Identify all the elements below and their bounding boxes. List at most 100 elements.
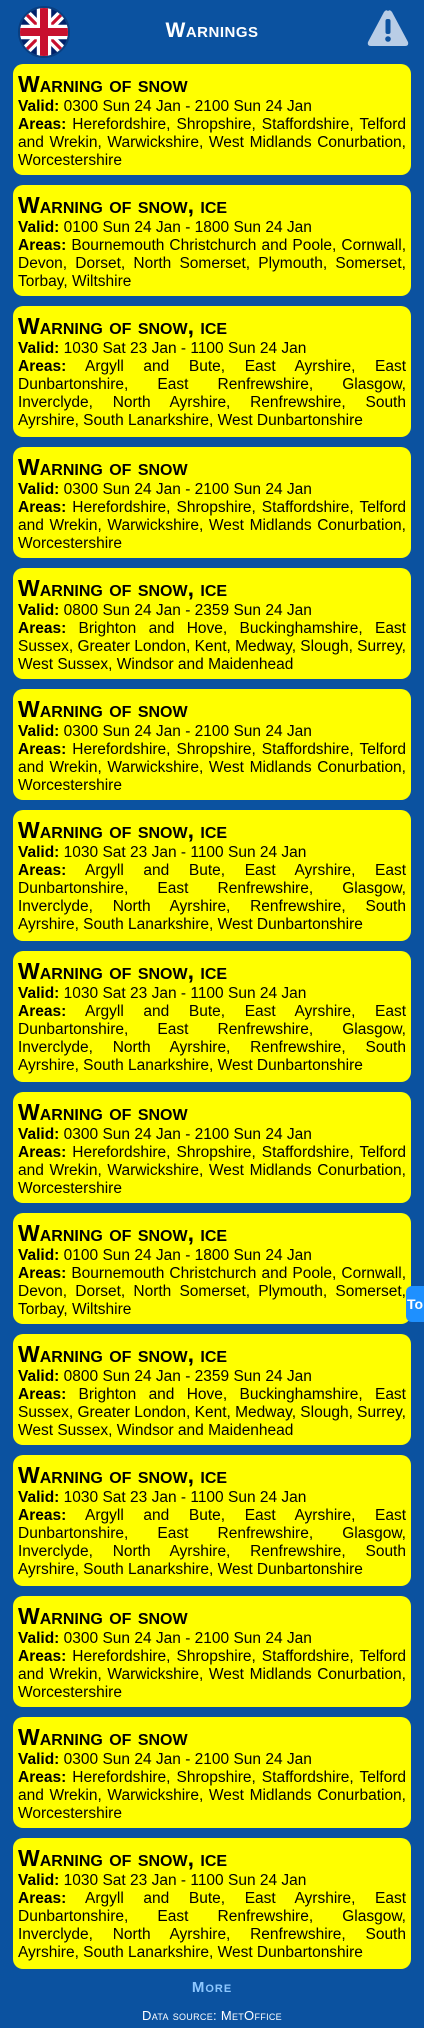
warning-title: Warning of snow, ice <box>18 1220 228 1246</box>
valid-label: Valid: <box>18 1489 60 1506</box>
warning-valid: Valid: 1030 Sat 23 Jan - 1100 Sun 24 Jan <box>18 1489 406 1507</box>
data-source-text: Data source: MetOffice <box>142 2008 282 2023</box>
warning-card[interactable]: Warning of snow Valid: 0300 Sun 24 Jan - … <box>13 689 411 800</box>
warning-title: Warning of snow, ice <box>18 1462 228 1488</box>
valid-value: 1030 Sat 23 Jan - 1100 Sun 24 Jan <box>63 844 307 861</box>
valid-value: 0300 Sun 24 Jan - 2100 Sun 24 Jan <box>63 1126 312 1143</box>
valid-value: 0300 Sun 24 Jan - 2100 Sun 24 Jan <box>63 98 312 115</box>
areas-label: Areas: <box>18 741 67 758</box>
valid-label: Valid: <box>18 723 60 740</box>
warning-areas: Areas: Herefordshire, Shropshire, Staffo… <box>18 499 406 553</box>
valid-value: 0100 Sun 24 Jan - 1800 Sun 24 Jan <box>63 219 312 236</box>
warnings-list: Warning of snow Valid: 0300 Sun 24 Jan - … <box>0 64 424 1969</box>
areas-value: Argyll and Bute, East Ayrshire, East Dun… <box>18 1507 407 1578</box>
warning-areas: Areas: Brighton and Hove, Buckinghamshir… <box>18 620 406 674</box>
areas-value: Brighton and Hove, Buckinghamshire, East… <box>18 620 406 673</box>
areas-label: Areas: <box>18 1386 67 1403</box>
areas-value: Argyll and Bute, East Ayrshire, East Dun… <box>18 358 407 429</box>
warning-card[interactable]: Warning of snow, ice Valid: 1030 Sat 23 J… <box>13 810 411 941</box>
warning-valid: Valid: 0300 Sun 24 Jan - 2100 Sun 24 Jan <box>18 481 406 499</box>
warning-card[interactable]: Warning of snow, ice Valid: 0800 Sun 24 J… <box>13 1334 411 1445</box>
valid-label: Valid: <box>18 481 60 498</box>
areas-label: Areas: <box>18 1265 67 1282</box>
side-tab[interactable]: To <box>406 1286 424 1322</box>
warning-title: Warning of snow, ice <box>18 1845 228 1871</box>
areas-value: Argyll and Bute, East Ayrshire, East Dun… <box>18 1890 407 1961</box>
valid-label: Valid: <box>18 844 60 861</box>
areas-label: Areas: <box>18 116 67 133</box>
areas-label: Areas: <box>18 1648 67 1665</box>
warning-valid: Valid: 0100 Sun 24 Jan - 1800 Sun 24 Jan <box>18 1247 406 1265</box>
valid-value: 0300 Sun 24 Jan - 2100 Sun 24 Jan <box>63 723 312 740</box>
warning-title: Warning of snow <box>18 1724 188 1750</box>
valid-label: Valid: <box>18 1126 60 1143</box>
areas-label: Areas: <box>18 620 67 637</box>
warning-valid: Valid: 0800 Sun 24 Jan - 2359 Sun 24 Jan <box>18 1368 406 1386</box>
warning-areas: Areas: Argyll and Bute, East Ayrshire, E… <box>18 1003 406 1075</box>
app-header: Warnings <box>0 0 424 64</box>
valid-value: 1030 Sat 23 Jan - 1100 Sun 24 Jan <box>63 340 307 357</box>
warning-valid: Valid: 0300 Sun 24 Jan - 2100 Sun 24 Jan <box>18 1751 406 1769</box>
warning-areas: Areas: Argyll and Bute, East Ayrshire, E… <box>18 1890 406 1962</box>
warning-card[interactable]: Warning of snow Valid: 0300 Sun 24 Jan - … <box>13 1717 411 1828</box>
warning-card[interactable]: Warning of snow, ice Valid: 0800 Sun 24 J… <box>13 568 411 679</box>
warning-areas: Areas: Herefordshire, Shropshire, Staffo… <box>18 741 406 795</box>
warning-card[interactable]: Warning of snow, ice Valid: 0100 Sun 24 J… <box>13 185 411 296</box>
areas-value: Herefordshire, Shropshire, Staffordshire… <box>18 741 406 794</box>
valid-label: Valid: <box>18 340 60 357</box>
valid-label: Valid: <box>18 602 60 619</box>
warning-areas: Areas: Herefordshire, Shropshire, Staffo… <box>18 1144 406 1198</box>
warning-card[interactable]: Warning of snow, ice Valid: 1030 Sat 23 J… <box>13 1455 411 1586</box>
warning-areas: Areas: Bournemouth Christchurch and Pool… <box>18 237 406 291</box>
warning-areas: Areas: Herefordshire, Shropshire, Staffo… <box>18 1648 406 1702</box>
areas-label: Areas: <box>18 1507 67 1524</box>
warning-title: Warning of snow <box>18 71 188 97</box>
areas-label: Areas: <box>18 1144 67 1161</box>
warning-valid: Valid: 0300 Sun 24 Jan - 2100 Sun 24 Jan <box>18 1630 406 1648</box>
warning-title: Warning of snow <box>18 454 188 480</box>
warning-valid: Valid: 0100 Sun 24 Jan - 1800 Sun 24 Jan <box>18 219 406 237</box>
areas-label: Areas: <box>18 237 67 254</box>
areas-value: Bournemouth Christchurch and Poole, Corn… <box>18 1265 406 1318</box>
warning-title: Warning of snow, ice <box>18 1341 228 1367</box>
valid-value: 1030 Sat 23 Jan - 1100 Sun 24 Jan <box>63 985 307 1002</box>
areas-value: Argyll and Bute, East Ayrshire, East Dun… <box>18 862 407 933</box>
warning-title: Warning of snow <box>18 696 188 722</box>
warning-card[interactable]: Warning of snow Valid: 0300 Sun 24 Jan - … <box>13 447 411 558</box>
valid-value: 0300 Sun 24 Jan - 2100 Sun 24 Jan <box>63 1751 312 1768</box>
warning-areas: Areas: Herefordshire, Shropshire, Staffo… <box>18 1769 406 1823</box>
areas-value: Bournemouth Christchurch and Poole, Corn… <box>18 237 406 290</box>
areas-value: Herefordshire, Shropshire, Staffordshire… <box>18 1769 406 1822</box>
areas-label: Areas: <box>18 1769 67 1786</box>
valid-label: Valid: <box>18 98 60 115</box>
warning-card[interactable]: Warning of snow Valid: 0300 Sun 24 Jan - … <box>13 64 411 175</box>
warning-title: Warning of snow, ice <box>18 817 228 843</box>
warning-valid: Valid: 0300 Sun 24 Jan - 2100 Sun 24 Jan <box>18 1126 406 1144</box>
warning-areas: Areas: Argyll and Bute, East Ayrshire, E… <box>18 358 406 430</box>
areas-value: Herefordshire, Shropshire, Staffordshire… <box>18 499 406 552</box>
warning-card[interactable]: Warning of snow Valid: 0300 Sun 24 Jan - … <box>13 1596 411 1707</box>
warning-triangle-icon[interactable] <box>366 8 410 48</box>
warning-valid: Valid: 0300 Sun 24 Jan - 2100 Sun 24 Jan <box>18 98 406 116</box>
warning-card[interactable]: Warning of snow, ice Valid: 0100 Sun 24 J… <box>13 1213 411 1324</box>
warning-title: Warning of snow, ice <box>18 313 228 339</box>
valid-label: Valid: <box>18 1872 60 1889</box>
areas-value: Herefordshire, Shropshire, Staffordshire… <box>18 116 406 169</box>
warning-card[interactable]: Warning of snow, ice Valid: 1030 Sat 23 J… <box>13 951 411 1082</box>
warning-areas: Areas: Argyll and Bute, East Ayrshire, E… <box>18 1507 406 1579</box>
valid-value: 1030 Sat 23 Jan - 1100 Sun 24 Jan <box>63 1489 307 1506</box>
valid-value: 1030 Sat 23 Jan - 1100 Sun 24 Jan <box>63 1872 307 1889</box>
warning-valid: Valid: 1030 Sat 23 Jan - 1100 Sun 24 Jan <box>18 340 406 358</box>
warning-areas: Areas: Bournemouth Christchurch and Pool… <box>18 1265 406 1319</box>
warning-card[interactable]: Warning of snow, ice Valid: 1030 Sat 23 J… <box>13 1838 411 1969</box>
warning-valid: Valid: 0300 Sun 24 Jan - 2100 Sun 24 Jan <box>18 723 406 741</box>
areas-value: Herefordshire, Shropshire, Staffordshire… <box>18 1648 406 1701</box>
areas-value: Herefordshire, Shropshire, Staffordshire… <box>18 1144 406 1197</box>
warning-valid: Valid: 1030 Sat 23 Jan - 1100 Sun 24 Jan <box>18 985 406 1003</box>
warning-card[interactable]: Warning of snow, ice Valid: 1030 Sat 23 J… <box>13 306 411 437</box>
more-link[interactable]: More <box>0 1979 424 1996</box>
warning-valid: Valid: 1030 Sat 23 Jan - 1100 Sun 24 Jan <box>18 1872 406 1890</box>
warning-areas: Areas: Herefordshire, Shropshire, Staffo… <box>18 116 406 170</box>
warning-card[interactable]: Warning of snow Valid: 0300 Sun 24 Jan - … <box>13 1092 411 1203</box>
valid-label: Valid: <box>18 985 60 1002</box>
